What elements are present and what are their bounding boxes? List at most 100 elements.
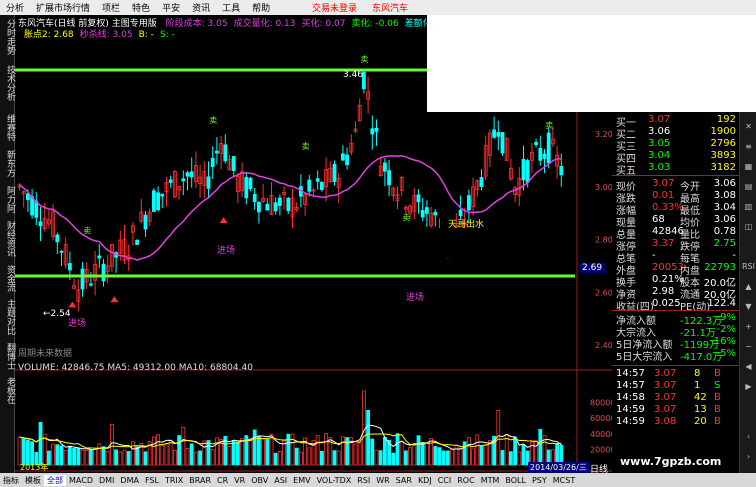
volume-bar (248, 438, 253, 466)
menu-item-analysis[interactable]: 分析 (0, 1, 30, 14)
volume-bar (164, 443, 169, 466)
stat-row: 总量 42846 量比 0.78 (614, 226, 738, 241)
volume-bar (80, 449, 85, 466)
candle-body (206, 176, 211, 189)
menu-item-special[interactable]: 特色 (126, 1, 156, 14)
stat-value: 3.06 (713, 178, 736, 189)
candle-body (168, 179, 173, 183)
volume-bar (277, 451, 282, 466)
tick-volume: 20 (694, 416, 707, 427)
tick-time: 14:59 (616, 416, 645, 427)
volume-bar (202, 440, 207, 466)
tick-volume: 8 (694, 368, 701, 379)
tab-alia[interactable]: 阿力阿 (0, 183, 15, 215)
indicator-tab[interactable]: BOLL (502, 476, 529, 485)
layers-icon[interactable]: ◫ (742, 222, 755, 234)
volume-info-label: VOLUME: 42846.75 MA5: 49312.00 MA10: 688… (18, 363, 253, 373)
tab-timeshare[interactable]: 分时走势 (0, 17, 15, 57)
orderbook-row: 买四 3.04 3893 (614, 150, 738, 165)
sell-marker: 卖 (545, 121, 553, 130)
indicator-tab[interactable]: EMV (290, 476, 313, 485)
rsi-icon[interactable]: RSI (742, 262, 755, 274)
chevron-right-icon[interactable]: › (742, 452, 755, 464)
stat-value: 0.01 (652, 190, 675, 201)
candle-body (160, 193, 165, 197)
tab-capital-flow[interactable]: 资金流 (0, 263, 15, 293)
indicator-tab[interactable]: DMI (96, 476, 117, 485)
tab-boss[interactable]: 老板在 (0, 375, 15, 405)
indicator-tab[interactable]: BRAR (186, 476, 214, 485)
indicator-tab[interactable]: TRIX (162, 476, 186, 485)
candle-body (307, 179, 312, 192)
tab-finance-news[interactable]: 财经资讯 (0, 219, 15, 259)
indicator-tab[interactable]: FSL (142, 476, 162, 485)
indicator-tab[interactable]: CR (214, 476, 231, 485)
volume-bar (135, 446, 139, 466)
tab-theme-compare[interactable]: 主题对比 (0, 297, 15, 337)
menu-item-news[interactable]: 资讯 (186, 1, 216, 14)
tab-weisaite[interactable]: 维赛特 (0, 111, 15, 143)
indicator-tab[interactable]: DMA (117, 476, 142, 485)
minus-icon[interactable]: − (742, 342, 755, 354)
indicator-tab[interactable]: 指标 (0, 475, 22, 486)
tab-dr-fan[interactable]: 翻博士 (0, 341, 15, 371)
tick-side: S (714, 380, 721, 391)
trade-status-link[interactable]: 交易未登录 (312, 1, 357, 14)
indicator-tab[interactable]: 模板 (22, 475, 44, 486)
orderbook-volume: 192 (716, 114, 736, 125)
candle-body (424, 207, 429, 214)
volume-bar (240, 438, 245, 466)
indicator-tab[interactable]: VOL-TDX (314, 476, 355, 485)
indicator-tab[interactable]: OBV (248, 476, 271, 485)
indicator-tab[interactable]: MACD (66, 476, 96, 485)
indicator-tab[interactable]: WR (373, 476, 392, 485)
volume-bar (538, 428, 543, 466)
stat-value: 0.78 (713, 226, 736, 237)
grid-icon[interactable]: ▤ (742, 182, 755, 194)
arrow-left-icon[interactable]: ◀ (742, 362, 755, 374)
indicator-tab[interactable]: CCI (435, 476, 455, 485)
volume-bar (38, 421, 43, 466)
indicator-tab[interactable]: ASI (271, 476, 290, 485)
indicator-tab[interactable]: KDJ (415, 476, 435, 485)
indicator-tab[interactable]: PSY (529, 476, 550, 485)
candle-body (525, 160, 530, 183)
volume-bar (508, 451, 513, 466)
indicator-tab[interactable]: SAR (393, 476, 415, 485)
volume-bar (307, 447, 312, 466)
indicator-value: 卖化: -0.06 (351, 19, 399, 29)
menu-item-tools[interactable]: 工具 (216, 1, 246, 14)
chart-icon[interactable]: ▦ (742, 162, 755, 174)
volume-bar (210, 449, 215, 466)
tick-price: 3.08 (654, 416, 677, 427)
indicator-tab[interactable]: MCST (550, 476, 578, 485)
candle-body (370, 128, 375, 135)
plus-icon[interactable]: + (742, 322, 755, 334)
list-icon[interactable]: ≡ (742, 142, 755, 154)
price-tick-label: 2.80 (595, 236, 612, 245)
arrow-up-icon[interactable]: ▲ (742, 282, 755, 294)
indicator-tab[interactable]: RSI (354, 476, 373, 485)
arrow-right-icon[interactable]: ▶ (742, 382, 755, 394)
indicator-tab[interactable]: MTM (478, 476, 503, 485)
chevron-left-icon[interactable]: ‹ (742, 432, 755, 444)
tab-new-oriental[interactable]: 新东方 (0, 147, 15, 179)
tick-time: 14:57 (616, 368, 645, 379)
volume-bar (416, 435, 421, 466)
candle-body (315, 178, 320, 182)
close-icon[interactable]: ✕ (742, 122, 755, 134)
menu-item-help[interactable]: 帮助 (246, 1, 276, 14)
indicator-tab[interactable]: VR (231, 476, 248, 485)
indicator-tab[interactable]: ROC (454, 476, 477, 485)
indicator-tab[interactable]: 全部 (44, 474, 66, 486)
menu-item-pingan[interactable]: 平安 (156, 1, 186, 14)
stock-name-link[interactable]: 东风汽车 (372, 1, 408, 14)
sell-marker: 卖 (302, 142, 310, 151)
menu-item-extended-market[interactable]: 扩展市场行情 (30, 1, 96, 14)
volume-bar (370, 438, 375, 466)
orderbook-volume: 2796 (710, 138, 736, 149)
menu-item-columns[interactable]: 项栏 (96, 1, 126, 14)
tab-technical[interactable]: 技术分析 (0, 63, 15, 103)
table-icon[interactable]: ▥ (742, 202, 755, 214)
arrow-down-icon[interactable]: ▼ (742, 302, 755, 314)
